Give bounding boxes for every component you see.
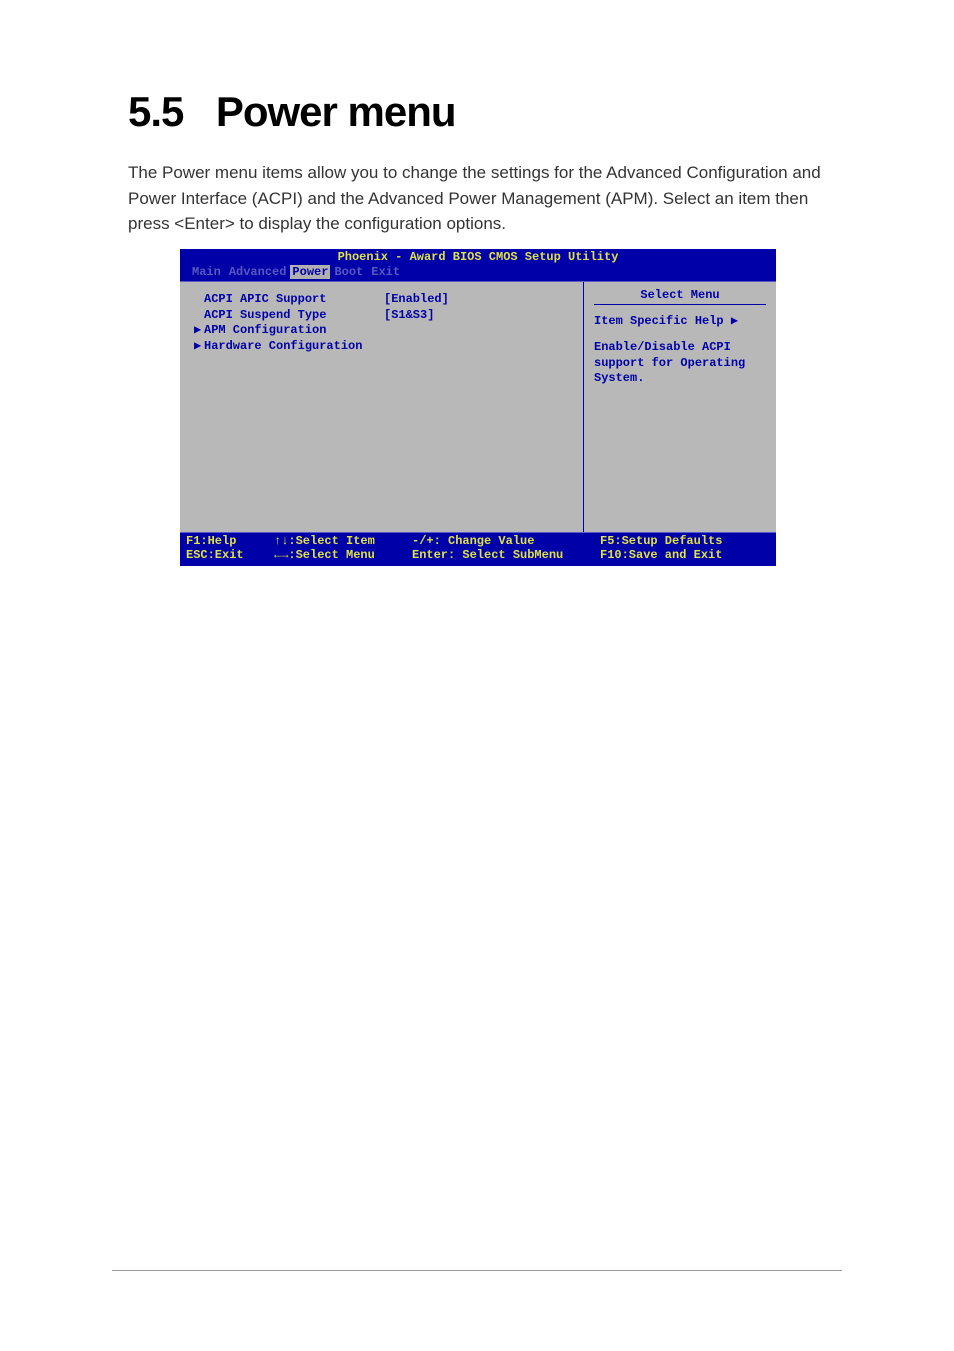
help-text: Enable/Disable ACPI support for Operatin… [594,340,766,387]
item-value [384,339,484,355]
section-number: 5.5 [128,88,183,136]
item-value: [Enabled] [384,292,484,308]
submenu-marker [194,308,204,324]
footer-hint-save: F10:Save and Exit [592,548,770,562]
tab-power[interactable]: Power [290,265,330,279]
tab-advanced[interactable]: Advanced [225,265,291,279]
footer-hint-submenu: Enter: Select SubMenu [412,548,592,562]
submenu-marker: ▶ [194,323,204,339]
section-title: Power menu [216,88,456,136]
item-label: Hardware Configuration [204,339,384,355]
bios-settings-panel: ACPI APIC Support [Enabled] ACPI Suspend… [180,282,584,532]
item-label: ACPI Suspend Type [204,308,384,324]
bios-screenshot: Phoenix - Award BIOS CMOS Setup Utility … [180,249,776,566]
footer-row: F1:Help ↑↓:Select Item -/+: Change Value… [186,534,770,548]
bios-footer: F1:Help ↑↓:Select Item -/+: Change Value… [180,532,776,566]
footer-hint-select-menu: ←→:Select Menu [274,548,412,562]
submenu-marker [194,292,204,308]
footer-hint-help: F1:Help [186,534,274,548]
tab-exit[interactable]: Exit [367,265,404,279]
tab-main[interactable]: Main [188,265,225,279]
bios-body: ACPI APIC Support [Enabled] ACPI Suspend… [180,282,776,532]
page-footer-rule [112,1270,842,1271]
footer-hint-defaults: F5:Setup Defaults [592,534,770,548]
footer-hint-change-value: -/+: Change Value [412,534,592,548]
bios-tab-bar: Main Advanced Power Boot Exit [180,265,776,282]
footer-row: ESC:Exit ←→:Select Menu Enter: Select Su… [186,548,770,562]
bios-title: Phoenix - Award BIOS CMOS Setup Utility [180,249,776,265]
bios-help-panel: Select Menu Item Specific Help ▶ Enable/… [584,282,776,532]
submenu-marker: ▶ [194,339,204,355]
bios-item[interactable]: ACPI APIC Support [Enabled] [194,292,569,308]
bios-item[interactable]: ▶ Hardware Configuration [194,339,569,355]
help-divider [594,304,766,305]
footer-hint-select-item: ↑↓:Select Item [274,534,412,548]
footer-hint-exit: ESC:Exit [186,548,274,562]
page-header: 5.5 Power menu [128,88,456,136]
bios-item[interactable]: ▶ APM Configuration [194,323,569,339]
intro-paragraph: The Power menu items allow you to change… [128,160,826,237]
help-subtitle: Item Specific Help ▶ [594,313,766,328]
item-value [384,323,484,339]
help-panel-title: Select Menu [594,288,766,302]
tab-boot[interactable]: Boot [330,265,367,279]
item-label: ACPI APIC Support [204,292,384,308]
bios-item[interactable]: ACPI Suspend Type [S1&S3] [194,308,569,324]
item-value: [S1&S3] [384,308,484,324]
item-label: APM Configuration [204,323,384,339]
